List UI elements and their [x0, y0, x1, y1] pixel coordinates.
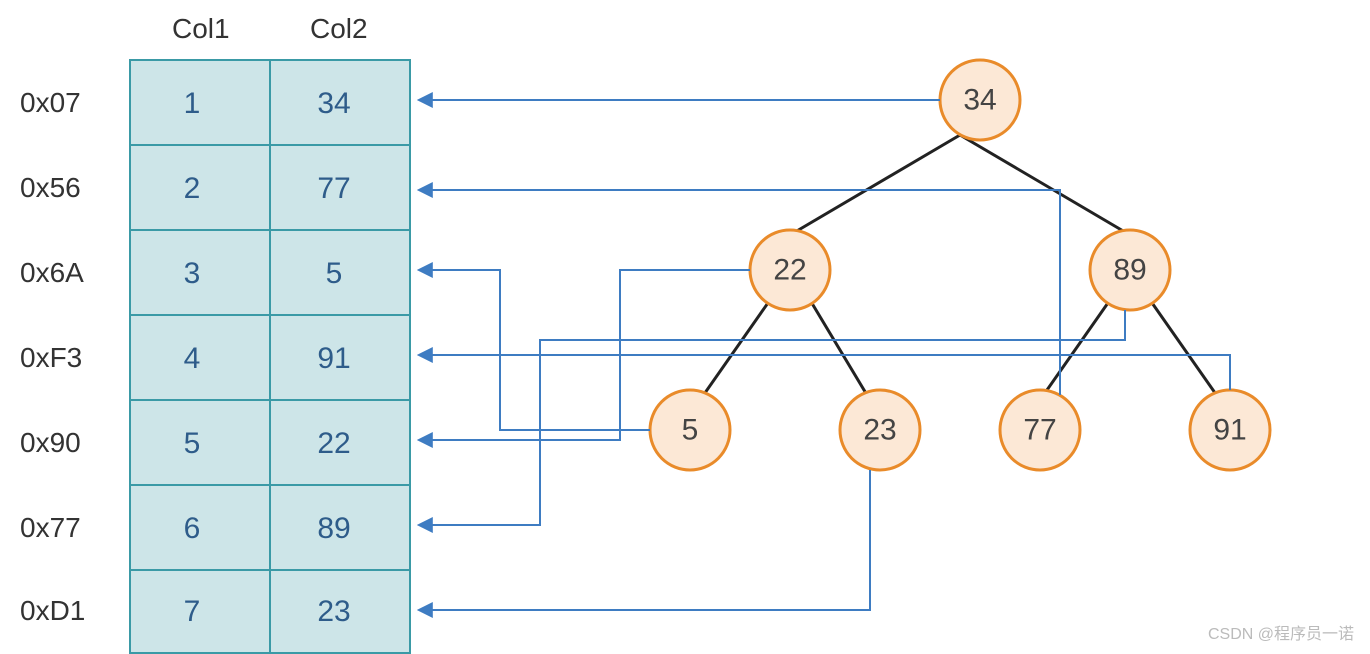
c1-6: 7 [184, 595, 201, 628]
arrow-23 [420, 470, 870, 610]
arrow-91 [420, 355, 1230, 390]
c1-1: 2 [184, 172, 201, 205]
c2-1: 77 [317, 172, 350, 205]
tree-nodes [650, 60, 1270, 470]
header-col2: Col2 [310, 13, 368, 44]
watermark: CSDN @程序员一诺 [1208, 620, 1354, 644]
index-table: Col1 Col2 0x07 0x56 0x6A 0xF3 0x90 0x77 … [20, 13, 410, 653]
c1-0: 1 [184, 87, 201, 120]
header-col1: Col1 [172, 13, 230, 44]
addr-2: 0x6A [20, 257, 84, 288]
addr-6: 0xD1 [20, 595, 85, 626]
rr-label: 91 [1213, 414, 1246, 447]
addr-3: 0xF3 [20, 342, 82, 373]
c2-0: 34 [317, 87, 350, 120]
ll-label: 5 [682, 414, 699, 447]
c2-3: 91 [317, 342, 350, 375]
c2-2: 5 [326, 257, 343, 290]
rl-label: 77 [1023, 414, 1056, 447]
c1-3: 4 [184, 342, 201, 375]
c2-6: 23 [317, 595, 350, 628]
addr-1: 0x56 [20, 172, 81, 203]
r-label: 89 [1113, 254, 1146, 287]
pointer-arrows [420, 100, 1230, 610]
c2-4: 22 [317, 427, 350, 460]
c1-2: 3 [184, 257, 201, 290]
arrow-77 [420, 190, 1060, 395]
c1-4: 5 [184, 427, 201, 460]
arrow-5 [420, 270, 650, 430]
c2-5: 89 [317, 512, 350, 545]
l-label: 22 [773, 254, 806, 287]
addr-4: 0x90 [20, 427, 81, 458]
lr-label: 23 [863, 414, 896, 447]
diagram-svg: Col1 Col2 0x07 0x56 0x6A 0xF3 0x90 0x77 … [0, 0, 1370, 654]
addr-0: 0x07 [20, 87, 81, 118]
addr-5: 0x77 [20, 512, 81, 543]
c1-5: 6 [184, 512, 201, 545]
root-label: 34 [963, 84, 996, 117]
